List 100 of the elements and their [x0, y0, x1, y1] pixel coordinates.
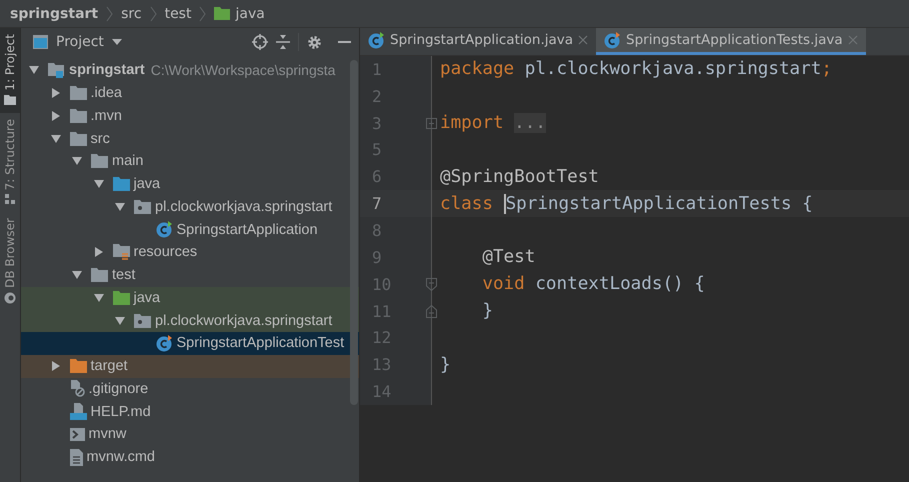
expanded-arrow-icon[interactable] — [50, 134, 60, 144]
locate-icon[interactable] — [252, 34, 268, 50]
package-folder-icon — [134, 314, 151, 328]
tree-item-label: mvnw.cmd — [86, 449, 155, 466]
module-folder-icon — [48, 62, 65, 78]
markdown-file-icon — [70, 403, 86, 420]
tree-item-label: pl.clockworkjava.springstart — [155, 312, 332, 329]
panel-title[interactable]: Project — [56, 34, 104, 50]
chevron-icon — [150, 6, 157, 22]
tree-item[interactable]: HELP.md — [21, 400, 359, 423]
text-file-icon — [70, 448, 82, 466]
code-line: } — [440, 354, 451, 375]
fold-start-icon[interactable] — [426, 278, 437, 291]
collapse-all-icon[interactable] — [276, 34, 290, 50]
resource-folder-icon — [112, 244, 130, 260]
tree-item-label: SpringstartApplicationTest — [176, 335, 344, 352]
folder-icon — [91, 154, 108, 168]
tree-item-label: pl.clockworkjava.springstart — [155, 198, 332, 215]
side-tab[interactable]: 7: Structure — [0, 112, 20, 212]
class-icon — [156, 334, 172, 352]
code-line: void contextLoads() { — [481, 274, 705, 294]
package-folder-icon — [134, 200, 151, 214]
tree-item[interactable]: .mvn — [21, 104, 359, 128]
folder-icon — [70, 86, 86, 100]
scrollbar[interactable] — [350, 60, 358, 405]
code-line: class SpringstartApplicationTests { — [440, 194, 813, 214]
code-line: import ... — [440, 113, 546, 134]
structure-icon — [4, 194, 16, 204]
expanded-arrow-icon[interactable] — [94, 292, 104, 303]
editor-tab[interactable]: SpringstartApplicationTests.java — [596, 28, 866, 55]
chevron-icon — [106, 6, 114, 22]
code-line: package pl.clockworkjava.springstart; — [440, 59, 832, 80]
folder-icon — [214, 7, 230, 20]
tree-item[interactable]: SpringstartApplicationTest — [21, 332, 359, 355]
side-tab[interactable]: 1: Project — [0, 28, 20, 113]
class-icon — [156, 221, 172, 238]
tree-item-label: target — [90, 358, 128, 374]
tree-item[interactable]: java — [21, 172, 359, 196]
collapsed-arrow-icon[interactable] — [94, 247, 104, 258]
tree-item[interactable]: resources — [21, 241, 359, 264]
tree-item[interactable]: main — [21, 150, 359, 173]
expanded-arrow-icon[interactable] — [72, 156, 82, 166]
tree-item[interactable]: pl.clockworkjava.springstart — [21, 196, 359, 218]
tree-item-label: java — [134, 176, 160, 192]
settings-icon[interactable] — [307, 34, 322, 50]
tree-item[interactable]: test — [21, 264, 359, 286]
tree-item[interactable]: target — [21, 354, 359, 378]
tree-item-label: HELP.md — [90, 404, 151, 420]
tree-item[interactable]: mvnw.cmd — [21, 446, 359, 468]
code-line: @SpringBootTest — [440, 166, 599, 187]
tree-item[interactable]: SpringstartApplication — [21, 218, 359, 241]
ignored-file-icon — [70, 380, 84, 398]
minimize-icon[interactable] — [338, 40, 351, 44]
tree-item[interactable]: src — [21, 127, 359, 150]
breadcrumb-item[interactable]: springstart — [10, 6, 98, 22]
tree-item-label: .mvn — [90, 108, 122, 124]
tree-item[interactable]: .idea — [21, 82, 359, 104]
line-number: 7 — [371, 194, 382, 214]
collapsed-arrow-icon[interactable] — [50, 110, 60, 121]
folder-icon — [112, 290, 130, 305]
folder-icon — [4, 94, 16, 105]
folder-icon — [70, 108, 86, 123]
tree-item[interactable]: springstart C:\Work\Workspace\springsta — [21, 59, 359, 82]
expanded-arrow-icon[interactable] — [94, 179, 104, 190]
tree-item-label: src — [90, 130, 110, 147]
expanded-arrow-icon[interactable] — [115, 202, 125, 212]
code-line: } — [481, 301, 493, 322]
class-icon — [368, 32, 385, 48]
tree-item-label: resources — [134, 244, 198, 260]
collapsed-arrow-icon[interactable] — [50, 361, 60, 372]
editor-tab[interactable]: SpringstartApplication.java — [360, 28, 596, 55]
module-path: C:\Work\Workspace\springsta — [150, 62, 336, 78]
tree-item-label: springstart — [69, 62, 145, 78]
expanded-arrow-icon[interactable] — [72, 270, 82, 280]
dropdown-caret-icon[interactable] — [112, 39, 122, 45]
folder-icon — [70, 132, 86, 146]
tree-item-label: SpringstartApplication — [176, 222, 318, 238]
expanded-arrow-icon[interactable] — [115, 316, 125, 326]
code-line: @Test — [481, 247, 536, 268]
folder-icon — [112, 177, 130, 192]
database-icon — [4, 292, 16, 304]
tree-item-label: main — [112, 153, 144, 170]
expanded-arrow-icon[interactable] — [29, 65, 39, 76]
tree-item-label: test — [112, 267, 136, 284]
tree-item[interactable]: java — [21, 286, 359, 310]
tree-item[interactable]: pl.clockworkjava.springstart — [21, 309, 359, 332]
chevron-icon — [199, 6, 206, 22]
tree-item[interactable]: mvnw — [21, 423, 359, 446]
breadcrumb-item[interactable]: java — [235, 6, 265, 22]
window-icon — [33, 35, 48, 49]
breadcrumb-item[interactable]: src — [121, 6, 142, 22]
folder-icon — [70, 359, 86, 374]
tree-item-label: .gitignore — [88, 380, 148, 397]
terminal-file-icon — [70, 428, 84, 441]
tree-item[interactable]: .gitignore — [21, 378, 359, 400]
class-icon — [604, 32, 622, 48]
tree-item-label: mvnw — [88, 426, 126, 442]
collapsed-arrow-icon[interactable] — [50, 88, 60, 98]
side-tab[interactable]: DB Browser — [0, 212, 20, 312]
breadcrumb-item[interactable]: test — [164, 6, 192, 22]
